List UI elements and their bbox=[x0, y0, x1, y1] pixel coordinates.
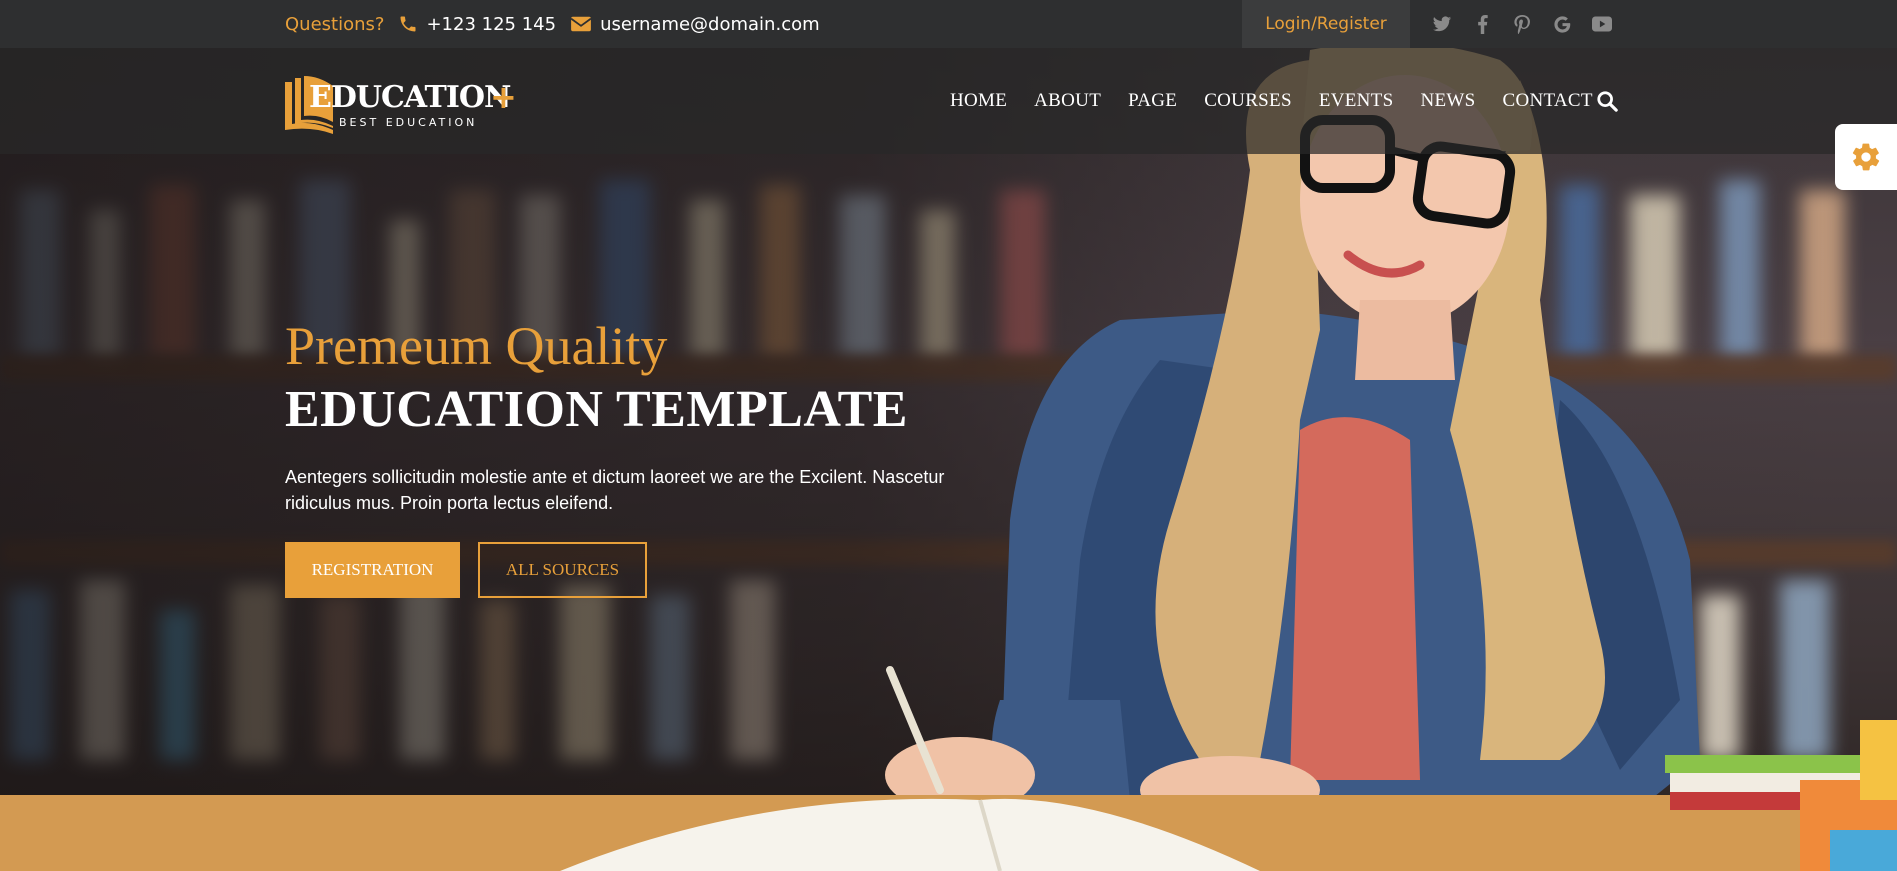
site-logo[interactable]: EDUCATION + BEST EDUCATION bbox=[285, 76, 517, 134]
all-sources-button[interactable]: ALL SOURCES bbox=[478, 542, 647, 598]
main-navbar: EDUCATION + BEST EDUCATION HOME ABOUT PA… bbox=[0, 48, 1897, 154]
registration-button[interactable]: REGISTRATION bbox=[285, 542, 460, 598]
contact-info: Questions? +123 125 145 username@domain.… bbox=[285, 0, 820, 48]
nav-contact[interactable]: CONTACT bbox=[1503, 90, 1593, 112]
logo-name: EDUCATION bbox=[309, 80, 511, 115]
phone-number: +123 125 145 bbox=[426, 13, 557, 35]
hero-buttons: REGISTRATION ALL SOURCES bbox=[285, 542, 945, 598]
phone-icon bbox=[400, 16, 416, 32]
envelope-icon bbox=[570, 16, 592, 32]
nav-home[interactable]: HOME bbox=[950, 90, 1007, 112]
top-bar: Questions? +123 125 145 username@domain.… bbox=[0, 0, 1897, 48]
settings-panel-toggle[interactable] bbox=[1835, 124, 1897, 190]
facebook-icon[interactable] bbox=[1472, 14, 1492, 34]
social-links bbox=[1432, 0, 1612, 48]
search-icon[interactable] bbox=[1596, 90, 1618, 112]
hero-content: Premeum Quality EDUCATION TEMPLATE Aente… bbox=[285, 316, 945, 598]
nav-events[interactable]: EVENTS bbox=[1319, 90, 1394, 112]
main-menu: HOME ABOUT PAGE COURSES EVENTS NEWS CONT… bbox=[950, 48, 1593, 154]
google-icon[interactable] bbox=[1552, 14, 1572, 34]
logo-tagline: BEST EDUCATION bbox=[339, 116, 478, 129]
hero-description: Aentegers sollicitudin molestie ante et … bbox=[285, 467, 945, 513]
email-link[interactable]: username@domain.com bbox=[570, 14, 820, 35]
nav-courses[interactable]: COURSES bbox=[1204, 90, 1292, 112]
nav-page[interactable]: PAGE bbox=[1128, 90, 1177, 112]
nav-news[interactable]: NEWS bbox=[1420, 90, 1475, 112]
hero-subtitle: Premeum Quality bbox=[285, 316, 668, 376]
nav-about[interactable]: ABOUT bbox=[1034, 90, 1101, 112]
email-address: username@domain.com bbox=[600, 13, 820, 35]
phone-link[interactable]: +123 125 145 bbox=[398, 14, 556, 35]
youtube-icon[interactable] bbox=[1592, 14, 1612, 34]
gear-icon bbox=[1852, 143, 1880, 171]
pinterest-icon[interactable] bbox=[1512, 14, 1532, 34]
hero-title: EDUCATION TEMPLATE bbox=[285, 381, 908, 438]
login-register-button[interactable]: Login/Register bbox=[1242, 0, 1410, 48]
questions-label: Questions? bbox=[285, 13, 385, 35]
logo-plus: + bbox=[490, 78, 517, 116]
twitter-icon[interactable] bbox=[1432, 14, 1452, 34]
